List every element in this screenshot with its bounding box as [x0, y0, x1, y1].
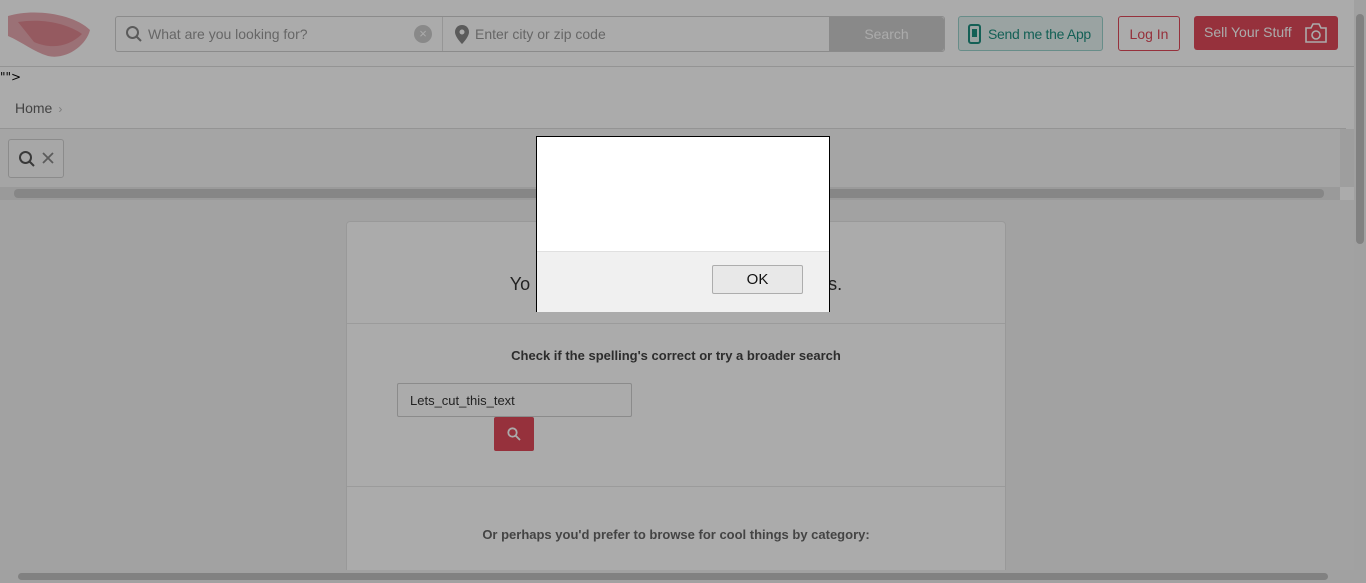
- alert-footer: OK: [537, 251, 829, 312]
- alert-message-area: [537, 137, 829, 251]
- alert-dialog: OK: [536, 136, 830, 312]
- ok-button[interactable]: OK: [712, 265, 803, 294]
